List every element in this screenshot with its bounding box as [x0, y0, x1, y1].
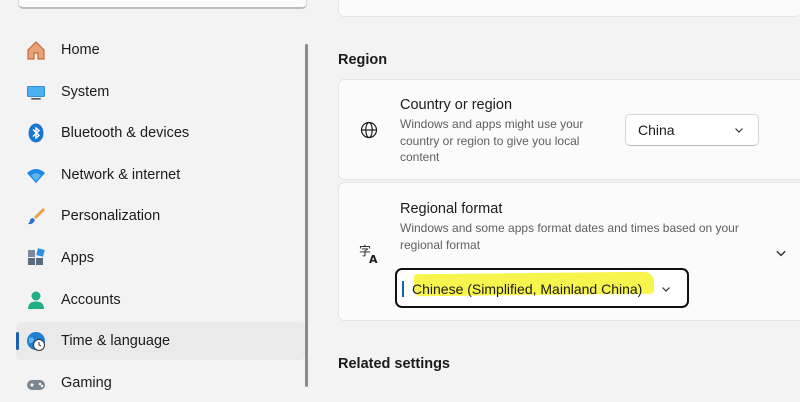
country-region-title: Country or region — [400, 97, 513, 113]
svg-text:A: A — [369, 253, 378, 265]
monitor-icon — [25, 81, 47, 103]
sidebar-item-system[interactable]: System — [16, 73, 305, 111]
expand-chevron-icon[interactable] — [775, 247, 787, 259]
sidebar-item-accounts[interactable]: Accounts — [16, 281, 305, 319]
language-format-icon: 字A — [359, 243, 379, 266]
chevron-down-icon — [735, 128, 743, 133]
sidebar-item-time-language[interactable]: Time & language — [16, 322, 305, 360]
sidebar-item-home[interactable]: Home — [16, 31, 305, 69]
sidebar: Home System Bluetooth & devices Network … — [0, 0, 310, 391]
sidebar-item-label: Network & internet — [61, 167, 181, 183]
regional-format-title: Regional format — [400, 201, 503, 217]
wifi-icon — [25, 164, 47, 186]
sidebar-item-bluetooth[interactable]: Bluetooth & devices — [16, 114, 305, 152]
regional-format-dropdown[interactable]: Chinese (Simplified, Mainland China) — [395, 268, 689, 308]
regional-format-dropdown-value: Chinese (Simplified, Mainland China) — [412, 281, 643, 297]
bluetooth-icon — [25, 122, 47, 144]
country-dropdown-value: China — [638, 122, 675, 138]
home-icon — [25, 39, 47, 61]
sidebar-scrollbar[interactable] — [305, 44, 308, 387]
clock-globe-icon — [25, 330, 47, 352]
sidebar-item-label: Home — [61, 42, 100, 58]
sidebar-item-label: Personalization — [61, 208, 161, 224]
previous-setting-card — [338, 0, 800, 17]
focus-indicator — [402, 281, 404, 297]
globe-icon — [359, 120, 379, 140]
country-region-description: Windows and apps might use your country … — [400, 117, 584, 164]
related-settings-title: Related settings — [338, 356, 450, 372]
person-icon — [25, 289, 47, 311]
country-dropdown[interactable]: China — [625, 114, 759, 146]
sidebar-item-label: Gaming — [61, 375, 112, 391]
search-input[interactable] — [18, 0, 307, 9]
sidebar-item-label: Time & language — [61, 333, 171, 349]
sidebar-item-personalization[interactable]: Personalization — [16, 197, 305, 235]
gamepad-icon — [25, 372, 47, 394]
sidebar-item-label: Accounts — [61, 292, 121, 308]
sidebar-item-label: Bluetooth & devices — [61, 125, 190, 141]
chevron-down-icon — [662, 287, 670, 292]
region-section-title: Region — [338, 52, 388, 68]
sidebar-item-label: Apps — [61, 250, 95, 266]
country-region-card: Country or region Windows and apps might… — [338, 79, 800, 180]
regional-format-description: Windows and some apps format dates and t… — [400, 221, 739, 252]
sidebar-item-label: System — [61, 84, 110, 100]
sidebar-item-apps[interactable]: Apps — [16, 239, 305, 277]
brush-icon — [25, 205, 47, 227]
selection-indicator — [16, 332, 19, 350]
main-content: Region Country or region Windows and app… — [310, 0, 800, 387]
sidebar-item-gaming[interactable]: Gaming — [16, 364, 305, 402]
sidebar-item-network[interactable]: Network & internet — [16, 156, 305, 194]
apps-icon — [25, 247, 47, 269]
